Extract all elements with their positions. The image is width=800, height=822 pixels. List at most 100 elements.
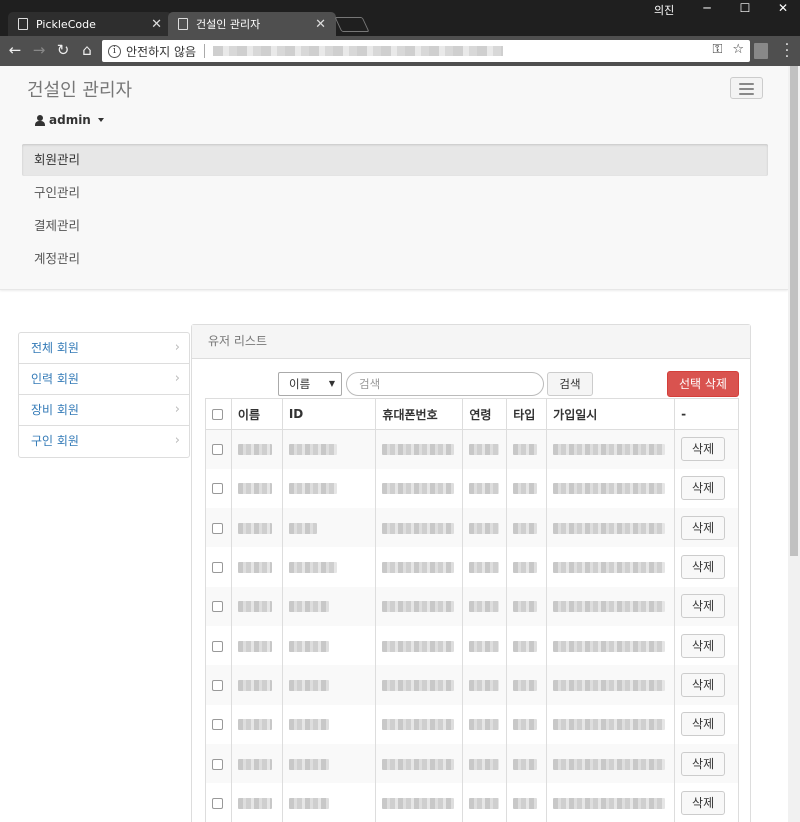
search-button[interactable]: 검색	[547, 372, 593, 396]
cell-name	[230, 783, 283, 822]
info-icon[interactable]: i	[108, 44, 121, 58]
redacted-value	[469, 522, 500, 534]
sidebar-item-workers[interactable]: 인력 회원 ›	[19, 364, 189, 395]
caret-down-icon	[97, 118, 104, 122]
search-field-select[interactable]: 이름 ▼	[278, 372, 342, 396]
browser-menu-icon[interactable]: · · ·	[783, 38, 791, 64]
tab-title: 건설인 관리자	[196, 18, 261, 31]
row-checkbox[interactable]	[212, 797, 223, 809]
scrollbar-thumb[interactable]	[790, 66, 798, 556]
browser-tab-picklecode[interactable]: PickleCode ✕	[8, 12, 172, 36]
user-icon	[35, 114, 45, 126]
redacted-value	[553, 679, 666, 691]
column-header-id[interactable]: ID	[281, 398, 377, 430]
row-delete-button[interactable]: 삭제	[681, 712, 726, 737]
cell-name	[230, 665, 283, 705]
cell-joined	[546, 547, 676, 587]
row-checkbox[interactable]	[212, 562, 223, 574]
redacted-value	[513, 719, 538, 731]
row-delete-button[interactable]: 삭제	[681, 633, 726, 658]
menu-item-jobs[interactable]: 구인관리	[22, 176, 768, 209]
cell-age	[462, 468, 508, 509]
cell-action: 삭제	[674, 783, 739, 822]
redacted-value	[513, 679, 538, 691]
column-header-name[interactable]: 이름	[230, 398, 283, 430]
new-tab-button[interactable]	[334, 17, 370, 32]
column-header-action: -	[674, 398, 739, 430]
row-select-cell	[205, 547, 232, 587]
cell-type	[506, 547, 548, 587]
cell-age	[462, 625, 508, 666]
sidebar-item-equipment[interactable]: 장비 회원 ›	[19, 395, 189, 426]
page-scrollbar[interactable]	[788, 66, 800, 822]
window-user-label: 의진	[654, 4, 675, 17]
redacted-value	[513, 797, 538, 809]
user-dropdown[interactable]: admin	[35, 113, 104, 127]
row-checkbox[interactable]	[212, 640, 223, 652]
redacted-value	[237, 522, 272, 534]
home-icon[interactable]: ⌂	[77, 40, 97, 60]
column-header-age[interactable]: 연령	[462, 398, 508, 430]
url-redacted	[213, 46, 504, 56]
back-icon[interactable]: ←	[5, 40, 25, 60]
maximize-icon[interactable]: ☐	[728, 0, 762, 18]
cell-joined	[546, 665, 676, 705]
row-delete-button[interactable]: 삭제	[681, 555, 726, 580]
row-delete-button[interactable]: 삭제	[681, 476, 726, 501]
row-delete-button[interactable]: 삭제	[681, 437, 726, 462]
browser-toolbar: ← → ↻ ⌂ i 안전하지 않음 ⚿ ☆ · · ·	[0, 36, 800, 66]
row-delete-button[interactable]: 삭제	[681, 790, 726, 815]
cell-type	[506, 783, 548, 822]
menu-item-accounts[interactable]: 계정관리	[22, 242, 768, 275]
redacted-value	[382, 483, 455, 495]
row-checkbox[interactable]	[212, 758, 223, 770]
key-icon[interactable]: ⚿	[712, 42, 722, 57]
close-icon[interactable]: ✕	[151, 17, 162, 32]
security-status: 안전하지 않음	[126, 44, 197, 59]
chevron-right-icon: ›	[174, 402, 180, 417]
star-icon[interactable]: ☆	[732, 42, 744, 57]
delete-selected-button[interactable]: 선택 삭제	[667, 371, 739, 397]
cell-id	[281, 586, 377, 626]
menu-item-members[interactable]: 회원관리	[22, 144, 768, 176]
column-header-joined[interactable]: 가입일시	[546, 398, 676, 430]
cell-age	[462, 743, 508, 784]
cell-type	[506, 429, 548, 469]
row-delete-button[interactable]: 삭제	[681, 594, 726, 619]
row-checkbox[interactable]	[212, 601, 223, 613]
hamburger-menu-icon[interactable]	[730, 77, 763, 99]
browser-tab-admin[interactable]: 건설인 관리자 ✕	[168, 12, 336, 36]
row-checkbox[interactable]	[212, 719, 223, 731]
row-checkbox[interactable]	[212, 679, 223, 691]
row-delete-button[interactable]: 삭제	[681, 751, 726, 776]
forward-icon[interactable]: →	[29, 40, 49, 60]
cell-phone	[375, 508, 464, 548]
cell-name	[230, 468, 283, 509]
search-input[interactable]	[346, 372, 544, 396]
row-checkbox[interactable]	[212, 444, 223, 456]
select-all-checkbox[interactable]	[212, 409, 223, 420]
minimize-icon[interactable]: ─	[690, 0, 724, 18]
cell-phone	[375, 743, 464, 784]
address-bar[interactable]: i 안전하지 않음 ⚿ ☆	[102, 40, 750, 62]
brand-title[interactable]: 건설인 관리자	[27, 76, 132, 102]
sidebar-item-recruiters[interactable]: 구인 회원 ›	[19, 426, 189, 457]
reload-icon[interactable]: ↻	[53, 40, 73, 60]
row-delete-button[interactable]: 삭제	[681, 672, 726, 697]
cell-phone	[375, 586, 464, 626]
sidebar-item-all[interactable]: 전체 회원 ›	[19, 333, 189, 364]
cell-type	[506, 704, 548, 744]
chevron-right-icon: ›	[174, 340, 180, 355]
row-checkbox[interactable]	[212, 522, 223, 534]
redacted-value	[469, 679, 500, 691]
window-close-icon[interactable]: ✕	[766, 0, 800, 18]
column-header-phone[interactable]: 휴대폰번호	[375, 398, 464, 430]
close-icon[interactable]: ✕	[315, 17, 326, 32]
row-checkbox[interactable]	[212, 483, 223, 495]
column-header-type[interactable]: 타입	[506, 398, 548, 430]
pdf-extension-icon[interactable]	[754, 43, 768, 59]
row-delete-button[interactable]: 삭제	[681, 515, 726, 540]
tab-title: PickleCode	[36, 17, 96, 31]
sidebar-item-label: 장비 회원	[31, 403, 79, 417]
menu-item-payments[interactable]: 결제관리	[22, 209, 768, 242]
